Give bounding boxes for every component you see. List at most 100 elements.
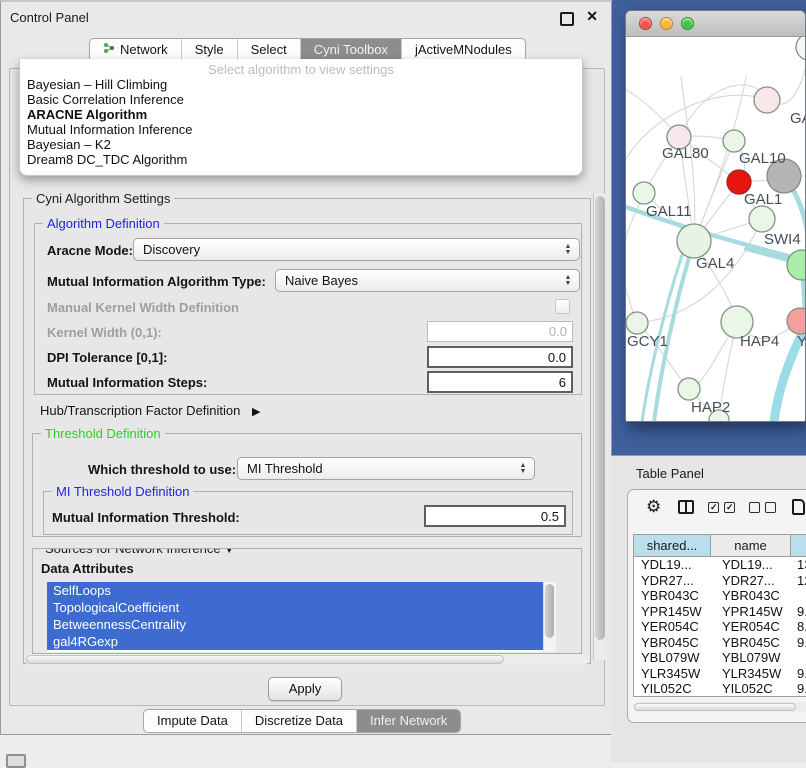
table-row[interactable]: YPR145WYPR145W9.	[634, 604, 806, 620]
network-node-swi4[interactable]	[749, 206, 775, 232]
node-label-y: Y	[797, 333, 806, 350]
table-row[interactable]: YER054CYER054C8.	[634, 619, 806, 635]
node-label-gal: GAL	[790, 110, 806, 127]
settings-horizontal-scrollbar[interactable]	[25, 654, 589, 665]
table-hscroll-thumb[interactable]	[634, 703, 796, 711]
unchecked-checkbox-icon[interactable]	[749, 502, 760, 513]
table-horizontal-scrollbar[interactable]	[633, 702, 806, 712]
gear-icon[interactable]: ⚙	[646, 497, 661, 517]
tab-select[interactable]: Select	[238, 39, 301, 61]
zoom-window-icon[interactable]	[681, 17, 694, 30]
list-scrollbar[interactable]	[543, 582, 556, 652]
network-node-gal4[interactable]	[677, 224, 711, 258]
settings-vertical-scrollbar[interactable]	[593, 194, 606, 660]
hub-definition-label: Hub/Transcription Factor Definition	[40, 403, 240, 418]
table-cell: YBR043C	[634, 588, 711, 604]
table-row[interactable]: YBL079WYBL079W	[634, 650, 806, 666]
table-row[interactable]: YDL19...YDL19...13	[634, 557, 806, 573]
bottom-tab-discretize-data[interactable]: Discretize Data	[242, 710, 357, 732]
tab-jactivemnodules[interactable]: jActiveMNodules	[402, 39, 525, 61]
network-node-gal11[interactable]	[633, 182, 655, 204]
attribute-item-gal4rgexp[interactable]: gal4RGexp	[47, 633, 543, 650]
dropdown-item-bayesian-k2[interactable]: Bayesian – K2	[20, 137, 582, 152]
dropdown-placeholder: Select algorithm to view settings	[20, 62, 582, 77]
table-cell	[791, 588, 806, 604]
sources-group: Sources for Network Inference ▼ Data Att…	[32, 548, 582, 654]
network-canvas[interactable]: GALGAL80GAL10GAL1GAL11SWI4GAL4GCY1HAP4YH…	[626, 37, 806, 422]
hub-definition-expander[interactable]: Hub/Transcription Factor Definition ▶	[40, 403, 260, 418]
checked-checkbox-icon[interactable]: ✓	[724, 502, 735, 513]
table-cell: YPR145W	[711, 604, 791, 620]
table-row[interactable]: YIL052CYIL052C9.	[634, 681, 806, 697]
threshold-definition-title: Threshold Definition	[41, 426, 165, 441]
list-scrollbar-thumb[interactable]	[545, 584, 554, 638]
network-node-gal[interactable]	[754, 87, 780, 113]
table-row[interactable]: YLR345WYLR345W9.	[634, 666, 806, 682]
network-view-window[interactable]: GALGAL80GAL10GAL1GAL11SWI4GAL4GCY1HAP4YH…	[625, 10, 806, 422]
close-window-icon[interactable]	[639, 17, 652, 30]
attribute-item-betweennesscentrality[interactable]: BetweennessCentrality	[47, 616, 543, 633]
settings-vscroll-thumb[interactable]	[595, 196, 605, 640]
kernel-width-field[interactable]: 0.0	[427, 321, 573, 342]
table-toolbar: ⚙ ✓ ✓	[646, 497, 805, 517]
network-edge[interactable]	[679, 85, 767, 137]
dropdown-item-aracne-algorithm[interactable]: ARACNE Algorithm	[20, 107, 582, 122]
which-threshold-select[interactable]: MI Threshold ▲▼	[237, 457, 535, 480]
bottom-tab-infer-network[interactable]: Infer Network	[357, 710, 460, 732]
dpi-tolerance-field[interactable]: 0.0	[427, 346, 573, 368]
node-attribute-table[interactable]: shared...nameA YDL19...YDL19...13YDR27..…	[633, 534, 806, 697]
document-icon[interactable]	[792, 499, 805, 515]
dropdown-item-bayesian-hill-climbing[interactable]: Bayesian – Hill Climbing	[20, 77, 582, 92]
column-header-name[interactable]: name	[711, 535, 791, 557]
dropdown-item-basic-correlation-inference[interactable]: Basic Correlation Inference	[20, 92, 582, 107]
algorithm-definition-group: Algorithm Definition Aracne Mode: Discov…	[34, 223, 582, 395]
column-header-a[interactable]: A	[791, 535, 806, 557]
table-row[interactable]: YBR045CYBR045C9.	[634, 635, 806, 651]
mi-type-select[interactable]: Naive Bayes ▲▼	[275, 269, 580, 292]
checked-checkbox-icon[interactable]: ✓	[708, 502, 719, 513]
tab-cyni-toolbox[interactable]: Cyni Toolbox	[301, 39, 402, 61]
minimized-panel-icon[interactable]	[6, 754, 26, 768]
attribute-item-topologicalcoefficient[interactable]: TopologicalCoefficient	[47, 599, 543, 616]
close-icon[interactable]: ✕	[586, 8, 598, 25]
manual-kernel-label: Manual Kernel Width Definition	[47, 300, 239, 315]
data-attributes-list[interactable]: SelfLoopsTopologicalCoefficientBetweenne…	[47, 582, 556, 652]
which-threshold-label: Which threshold to use:	[88, 462, 236, 477]
table-row[interactable]: YDR27...YDR27...12	[634, 573, 806, 589]
column-header-shared[interactable]: shared...	[634, 535, 711, 557]
control-panel-window: Control Panel ✕ NetworkStyleSelectCyni T…	[0, 0, 612, 735]
dropdown-item-dream8-dc-tdc-algorithm[interactable]: Dream8 DC_TDC Algorithm	[20, 152, 582, 167]
bottom-tab-impute-data[interactable]: Impute Data	[144, 710, 242, 732]
bottom-tab-bar: Impute DataDiscretize DataInfer Network	[143, 709, 461, 733]
network-node[interactable]	[796, 37, 806, 60]
mi-steps-field[interactable]: 6	[427, 371, 573, 393]
table-panel-container: ⚙ ✓ ✓ shared...nameA YDL19...YDL19...13Y…	[627, 489, 806, 723]
mi-threshold-field[interactable]: 0.5	[424, 505, 566, 527]
dropdown-item-mutual-information-inference[interactable]: Mutual Information Inference	[20, 122, 582, 137]
network-node-gal10[interactable]	[723, 130, 745, 152]
unchecked-checkbox-icon[interactable]	[765, 502, 776, 513]
network-window-titlebar[interactable]	[626, 11, 805, 37]
float-window-icon[interactable]	[560, 12, 574, 26]
minimize-window-icon[interactable]	[660, 17, 673, 30]
table-cell: YLR345W	[634, 666, 711, 682]
settings-hscroll-thumb[interactable]	[26, 655, 504, 664]
tab-network[interactable]: Network	[90, 39, 182, 61]
network-node-hap2[interactable]	[678, 378, 700, 400]
network-node-y[interactable]	[787, 308, 806, 334]
aracne-mode-select[interactable]: Discovery ▲▼	[133, 238, 580, 261]
manual-kernel-checkbox[interactable]	[555, 299, 570, 314]
table-row[interactable]: YBR043CYBR043C	[634, 588, 806, 604]
mi-threshold-definition-title: MI Threshold Definition	[52, 484, 193, 499]
network-node-gcy1[interactable]	[626, 312, 648, 334]
table-body: YDL19...YDL19...13YDR27...YDR27...12YBR0…	[634, 557, 806, 697]
node-label-gcy1: GCY1	[627, 333, 668, 350]
tab-style[interactable]: Style	[182, 39, 238, 61]
attribute-item-selfloops[interactable]: SelfLoops	[47, 582, 543, 599]
app-root: { "icons": { "close": "✕", "gear": "⚙", …	[0, 0, 806, 762]
table-cell: 8.	[791, 619, 806, 635]
columns-icon[interactable]	[678, 500, 694, 514]
down-triangle-icon[interactable]: ▼	[224, 548, 234, 556]
node-label-gal4: GAL4	[696, 255, 734, 272]
apply-button[interactable]: Apply	[268, 677, 342, 701]
